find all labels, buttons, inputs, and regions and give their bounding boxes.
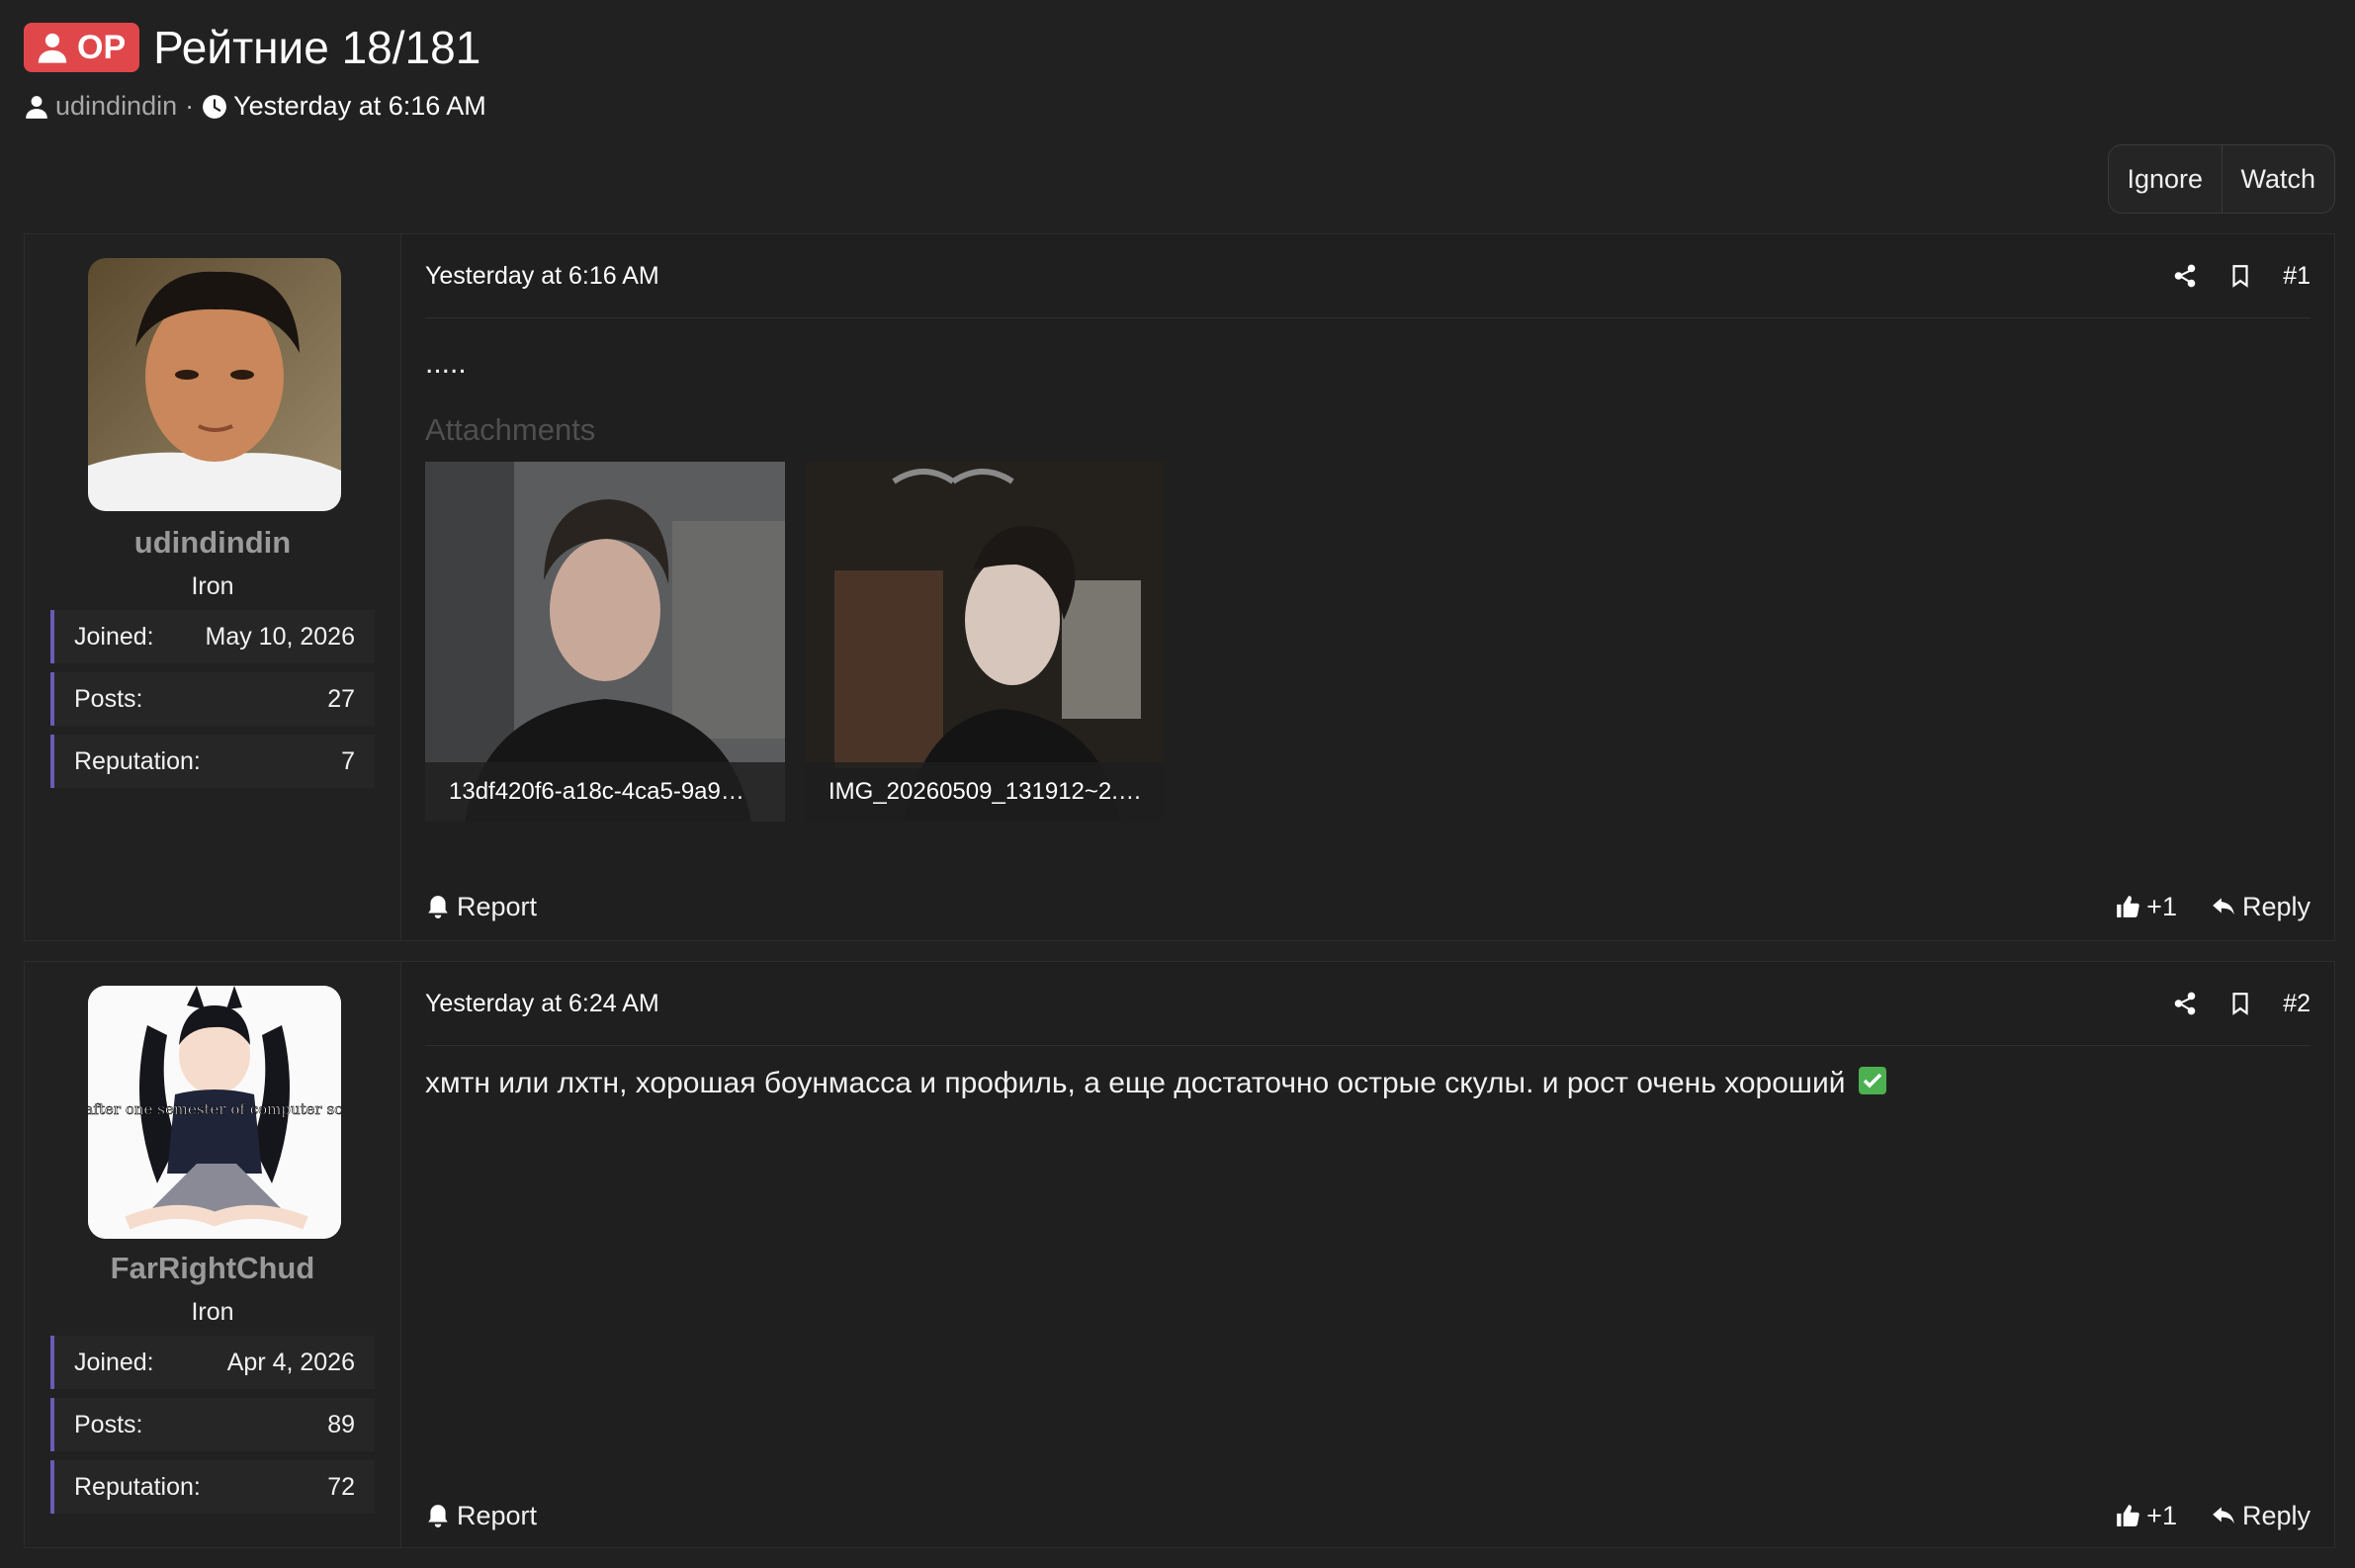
reply-icon xyxy=(2213,898,2234,915)
stat-joined: Joined: May 10, 2026 xyxy=(50,610,375,663)
post-text: хмтн или лхтн, хорошая боунмасса и профи… xyxy=(425,1067,1846,1099)
stat-joined: Joined: Apr 4, 2026 xyxy=(50,1336,375,1389)
stat-value: 72 xyxy=(327,1472,355,1501)
post-time[interactable]: Yesterday at 6:24 AM xyxy=(425,990,659,1018)
bell-icon xyxy=(428,896,448,918)
attachments-label: Attachments xyxy=(425,412,596,447)
post-tools: #2 xyxy=(2172,990,2311,1018)
post-footer: Report +1 Reply xyxy=(425,1496,2311,1535)
stat-label: Reputation: xyxy=(74,1472,201,1501)
stat-reputation: Reputation: 7 xyxy=(50,735,375,788)
report-button[interactable]: Report xyxy=(425,1501,537,1531)
post-header: Yesterday at 6:16 AM #1 xyxy=(425,234,2311,318)
stat-posts: Posts: 89 xyxy=(50,1398,375,1451)
share-icon[interactable] xyxy=(2172,991,2198,1016)
thumbs-up-icon xyxy=(2117,896,2139,917)
username-link[interactable]: udindindin xyxy=(25,525,400,561)
reply-icon xyxy=(2213,1507,2234,1524)
report-label: Report xyxy=(457,1500,538,1530)
thread-title: Рейтние 18/181 xyxy=(153,22,481,73)
stat-value: May 10, 2026 xyxy=(205,622,356,651)
thread-meta: udindindin · Yesterday at 6:16 AM xyxy=(24,91,486,122)
bookmark-icon[interactable] xyxy=(2227,991,2253,1016)
stat-label: Reputation: xyxy=(74,746,201,775)
reply-label: Reply xyxy=(2241,1500,2311,1530)
thread-actions: Ignore Watch xyxy=(2108,144,2335,214)
stat-value: 27 xyxy=(327,684,355,713)
thumbs-up-icon xyxy=(2117,1505,2139,1526)
avatar-caption: Men after one semester of computer scien… xyxy=(88,1100,341,1118)
user-stats: Joined: May 10, 2026 Posts: 27 Reputatio… xyxy=(50,610,375,797)
post: udindindin Iron Joined: May 10, 2026 Pos… xyxy=(24,233,2335,941)
post-tools: #1 xyxy=(2172,262,2311,291)
bell-icon xyxy=(428,1505,448,1527)
title-row: OP Рейтние 18/181 xyxy=(24,22,486,73)
attachments-list: 13df420f6-a18c-4ca5-9a9… IMG_20260509_13… xyxy=(425,462,1165,822)
post-content-column: Yesterday at 6:24 AM #2 хмтн или лхтн, х… xyxy=(401,962,2334,1547)
watch-button[interactable]: Watch xyxy=(2221,145,2335,213)
user-stats: Joined: Apr 4, 2026 Posts: 89 Reputation… xyxy=(50,1336,375,1523)
post-time[interactable]: Yesterday at 6:16 AM xyxy=(425,262,659,291)
stat-value: Apr 4, 2026 xyxy=(226,1348,355,1376)
thread-author-link[interactable]: udindindin xyxy=(55,91,177,122)
stat-posts: Posts: 27 xyxy=(50,672,375,726)
avatar[interactable] xyxy=(88,258,341,511)
post-footer: Report +1 Reply xyxy=(425,887,2311,926)
post-user-column: Men after one semester of computer scien… xyxy=(25,962,401,1547)
like-button[interactable]: +1 xyxy=(2115,892,2177,922)
post-actions: +1 Reply xyxy=(2115,1501,2311,1531)
share-icon[interactable] xyxy=(2172,263,2198,289)
ignore-button[interactable]: Ignore xyxy=(2109,145,2222,213)
user-rank: Iron xyxy=(191,572,234,600)
post-header: Yesterday at 6:24 AM #2 xyxy=(425,962,2311,1046)
stat-reputation: Reputation: 72 xyxy=(50,1460,375,1514)
post-number-link[interactable]: #2 xyxy=(2283,990,2311,1018)
user-rank: Iron xyxy=(191,1298,234,1326)
stat-label: Posts: xyxy=(74,684,143,713)
stat-value: 7 xyxy=(341,746,355,775)
thread-header: OP Рейтние 18/181 udindindin · Yesterday… xyxy=(24,22,486,122)
post-body: ..... xyxy=(425,347,467,380)
stat-label: Joined: xyxy=(74,1348,154,1376)
meta-separator: · xyxy=(185,91,195,121)
stat-label: Joined: xyxy=(74,622,154,651)
thread-page: OP Рейтние 18/181 udindindin · Yesterday… xyxy=(0,0,2355,1568)
post-number-link[interactable]: #1 xyxy=(2283,262,2311,291)
username-link[interactable]: FarRightChud xyxy=(25,1251,400,1286)
post-actions: +1 Reply xyxy=(2115,892,2311,922)
reply-button[interactable]: Reply xyxy=(2211,1501,2311,1531)
post-content-column: Yesterday at 6:16 AM #1 ..... Attachment… xyxy=(401,234,2334,940)
post: Men after one semester of computer scien… xyxy=(24,961,2335,1548)
attachment-thumbnail[interactable]: IMG_20260509_131912~2.… xyxy=(805,462,1165,822)
avatar[interactable]: Men after one semester of computer scien… xyxy=(88,986,341,1239)
like-button[interactable]: +1 xyxy=(2115,1501,2177,1531)
op-badge: OP xyxy=(24,23,140,72)
report-button[interactable]: Report xyxy=(425,892,537,922)
stat-label: Posts: xyxy=(74,1410,143,1438)
like-label: +1 xyxy=(2146,891,2177,921)
post-body: хмтн или лхтн, хорошая боунмасса и профи… xyxy=(425,1067,2311,1100)
thread-time[interactable]: Yesterday at 6:16 AM xyxy=(233,91,486,122)
stat-value: 89 xyxy=(327,1410,355,1438)
op-badge-label: OP xyxy=(77,28,127,66)
user-icon xyxy=(26,95,47,119)
clock-icon xyxy=(203,94,227,119)
reply-label: Reply xyxy=(2241,891,2311,921)
like-label: +1 xyxy=(2146,1500,2177,1530)
post-user-column: udindindin Iron Joined: May 10, 2026 Pos… xyxy=(25,234,401,940)
attachment-filename: 13df420f6-a18c-4ca5-9a9… xyxy=(425,762,785,822)
bookmark-icon[interactable] xyxy=(2227,263,2253,289)
attachment-thumbnail[interactable]: 13df420f6-a18c-4ca5-9a9… xyxy=(425,462,785,822)
report-label: Report xyxy=(457,891,538,921)
check-mark-icon xyxy=(1859,1067,1887,1094)
user-icon xyxy=(38,33,67,63)
attachment-filename: IMG_20260509_131912~2.… xyxy=(805,762,1165,822)
reply-button[interactable]: Reply xyxy=(2211,892,2311,922)
